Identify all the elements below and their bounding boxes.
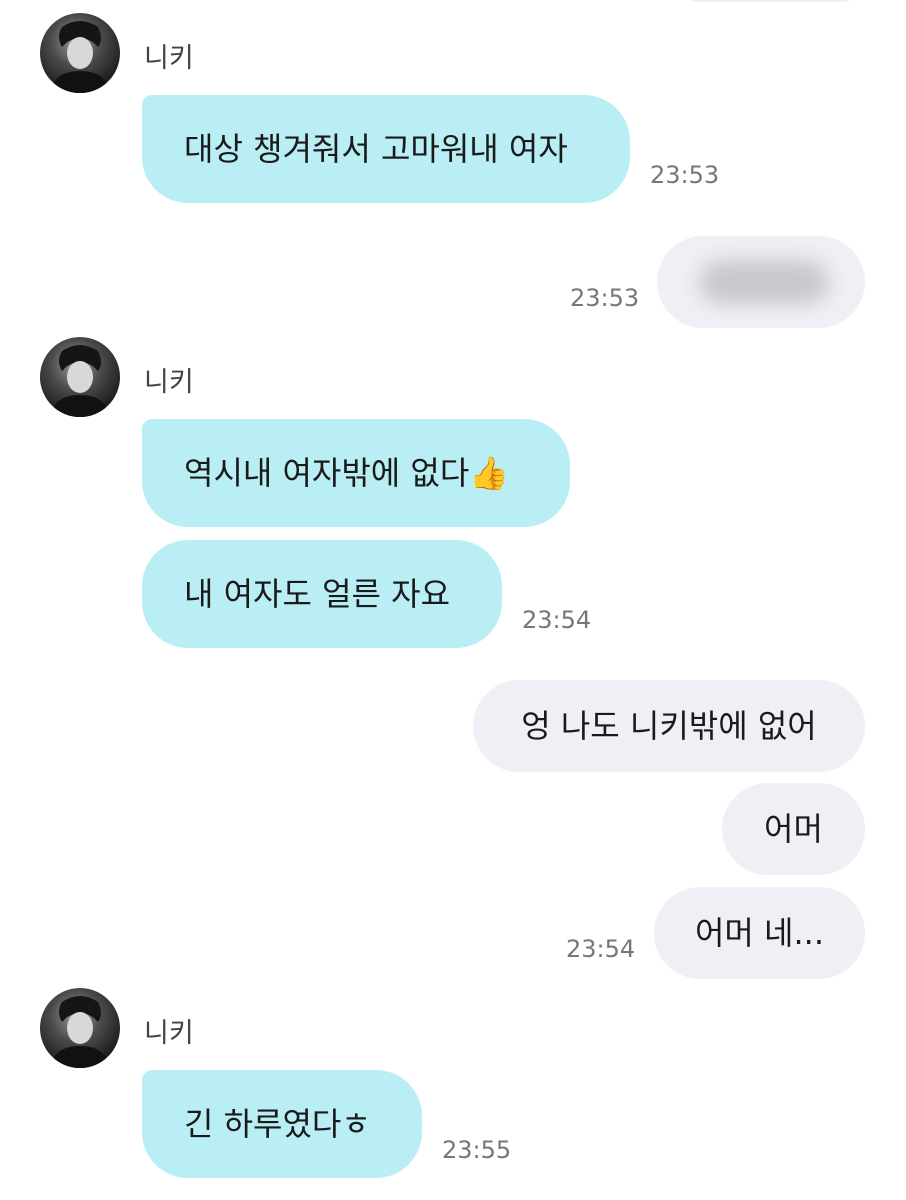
message-timestamp: 23:54 (566, 935, 636, 963)
outgoing-message-bubble[interactable] (657, 236, 865, 328)
contact-avatar[interactable] (40, 337, 120, 417)
sender-name: 니키 (144, 367, 194, 398)
blurred-message-content (699, 260, 829, 304)
message-text: 어머 (764, 810, 823, 848)
contact-avatar[interactable] (40, 13, 120, 93)
message-text: 내 여자도 얼른 자요 (184, 575, 451, 613)
incoming-message-bubble[interactable]: 내 여자도 얼른 자요 (142, 540, 502, 648)
profile-photo-icon (50, 345, 110, 417)
incoming-message-bubble[interactable]: 대상 챙겨줘서 고마워내 여자 (142, 95, 630, 203)
message-text: 엉 나도 니키밖에 없어 (521, 707, 817, 745)
message-text: 어머 네... (694, 914, 824, 952)
incoming-message-bubble[interactable]: 역시내 여자밖에 없다👍 (142, 419, 570, 527)
thumbs-up-icon: 👍 (469, 454, 510, 492)
outgoing-bubble-partial (676, 0, 866, 2)
message-text: 역시내 여자밖에 없다 (184, 454, 470, 492)
sender-name: 니키 (144, 1018, 194, 1049)
profile-photo-icon (50, 996, 110, 1068)
outgoing-message-bubble[interactable]: 어머 네... (654, 887, 865, 979)
message-text: 긴 하루였다ㅎ (184, 1105, 371, 1143)
incoming-message-bubble[interactable]: 긴 하루였다ㅎ (142, 1070, 422, 1178)
outgoing-message-bubble[interactable]: 엉 나도 니키밖에 없어 (473, 680, 865, 772)
message-timestamp: 23:55 (442, 1136, 512, 1164)
outgoing-message-bubble[interactable]: 어머 (722, 783, 865, 875)
profile-photo-icon (50, 21, 110, 93)
message-timestamp: 23:53 (570, 284, 640, 312)
sender-name: 니키 (144, 43, 194, 74)
contact-avatar[interactable] (40, 988, 120, 1068)
message-timestamp: 23:54 (522, 606, 592, 634)
message-timestamp: 23:53 (650, 161, 720, 189)
message-text: 대상 챙겨줘서 고마워내 여자 (184, 130, 568, 168)
